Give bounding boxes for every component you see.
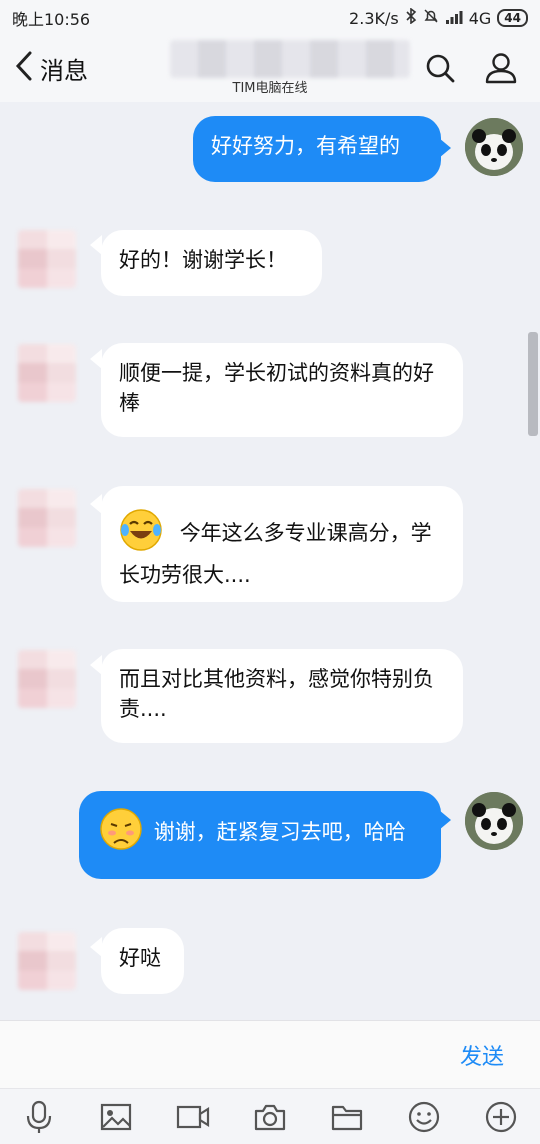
message-text: 好哒 [119, 946, 161, 970]
video-icon [176, 1105, 209, 1128]
message-bubble-outgoing[interactable]: 好好努力，有希望的 [193, 116, 441, 182]
message-text: 而且对比其他资料，感觉你特别负责.... [119, 667, 434, 721]
message-input-bar[interactable]: 发送 [0, 1020, 540, 1089]
bluetooth-icon [405, 7, 417, 28]
person-icon [484, 53, 518, 88]
send-button[interactable]: 发送 [460, 1039, 504, 1071]
shy-face-icon [99, 807, 143, 859]
laughing-crying-face-icon [119, 508, 163, 560]
message-text: 好的！谢谢学长！ [119, 248, 287, 272]
status-bar: 晚上10:56 2.3K/s 4G 44 [0, 0, 540, 36]
mute-bell-icon [423, 8, 439, 28]
my-avatar[interactable] [465, 118, 523, 176]
message-bubble-incoming[interactable]: 今年这么多专业课高分，学长功劳很大.... [101, 486, 463, 602]
profile-button[interactable] [484, 52, 518, 88]
message-text: 谢谢，赶紧复习去吧，哈哈 [153, 820, 406, 844]
voice-button[interactable] [19, 1097, 59, 1137]
bubble-tail [439, 138, 451, 158]
emoji-button[interactable] [404, 1097, 444, 1137]
bubble-tail [439, 810, 451, 830]
my-avatar[interactable] [465, 792, 523, 850]
network-speed: 2.3K/s [349, 8, 399, 28]
panda-avatar-icon [465, 792, 523, 850]
folder-icon [332, 1105, 363, 1130]
chat-header: 消息 TIM电脑在线 [0, 36, 540, 102]
contact-avatar[interactable] [18, 650, 76, 708]
contact-name-blurred [170, 40, 410, 78]
message-bubble-incoming[interactable]: 好的！谢谢学长！ [101, 230, 322, 296]
panda-avatar-icon [465, 118, 523, 176]
message-bubble-incoming[interactable]: 好哒 [101, 928, 184, 994]
message-bubble-incoming[interactable]: 而且对比其他资料，感觉你特别负责.... [101, 649, 463, 743]
camera-button[interactable] [250, 1097, 290, 1137]
emoji-icon [409, 1101, 440, 1132]
search-icon [424, 54, 456, 88]
contact-avatar[interactable] [18, 230, 76, 288]
scrollbar[interactable] [528, 332, 538, 436]
contact-avatar[interactable] [18, 344, 76, 402]
file-button[interactable] [327, 1097, 367, 1137]
message-text: 今年这么多专业课高分，学长功劳很大.... [119, 521, 432, 587]
video-button[interactable] [173, 1097, 213, 1137]
contact-avatar[interactable] [18, 932, 76, 990]
more-button[interactable] [481, 1097, 521, 1137]
message-bubble-incoming[interactable]: 顺便一提，学长初试的资料真的好棒 [101, 343, 463, 437]
status-time: 晚上10:56 [12, 10, 91, 29]
network-type: 4G [468, 8, 492, 28]
message-text: 顺便一提，学长初试的资料真的好棒 [119, 361, 434, 415]
online-status: TIM电脑在线 [232, 81, 308, 96]
microphone-icon [26, 1100, 51, 1133]
search-button[interactable] [424, 52, 456, 88]
image-icon [100, 1103, 131, 1130]
camera-icon [254, 1104, 286, 1130]
message-list[interactable]: 好好努力，有希望的 好的！谢谢学长！ 顺便一提，学长初试的资料真的好棒 今年这么… [0, 102, 540, 1020]
contact-avatar[interactable] [18, 489, 76, 547]
message-text: 好好努力，有希望的 [211, 134, 400, 158]
image-button[interactable] [96, 1097, 136, 1137]
plus-icon [486, 1101, 517, 1132]
message-bubble-outgoing[interactable]: 谢谢，赶紧复习去吧，哈哈 [79, 791, 441, 879]
signal-icon [445, 9, 463, 28]
status-indicators: 2.3K/s 4G 44 [349, 7, 528, 28]
battery-indicator: 44 [497, 9, 528, 27]
bottom-toolbar [0, 1088, 540, 1144]
